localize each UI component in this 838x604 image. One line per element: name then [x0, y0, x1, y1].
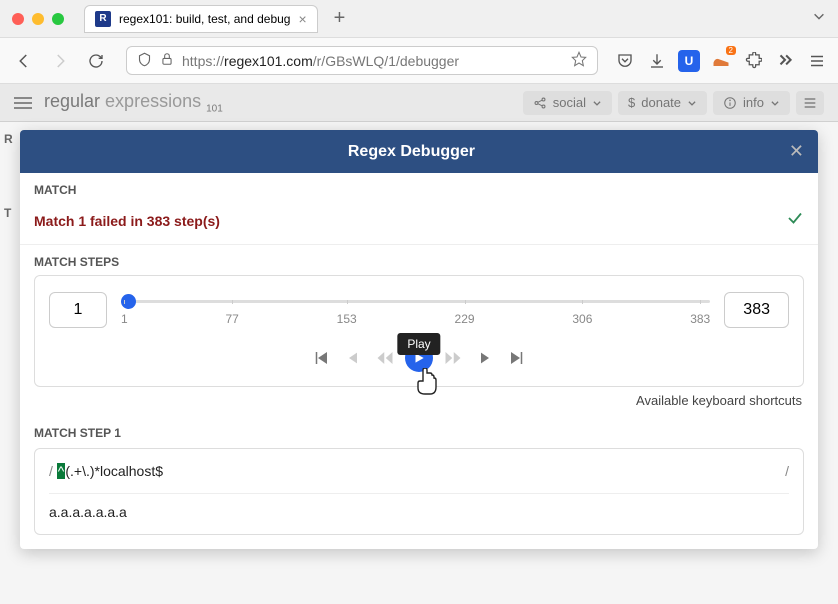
modal-header: Regex Debugger ✕: [20, 130, 818, 173]
new-tab-button[interactable]: +: [334, 7, 346, 30]
extension-shoe-icon[interactable]: 2: [710, 50, 732, 72]
url-bar[interactable]: https://regex101.com/r/GBsWLQ/1/debugger: [126, 46, 598, 75]
donate-dropdown[interactable]: $ donate: [618, 91, 707, 115]
play-button[interactable]: [405, 344, 433, 372]
browser-toolbar: https://regex101.com/r/GBsWLQ/1/debugger…: [0, 38, 838, 84]
skip-end-button[interactable]: [505, 346, 529, 370]
test-string-line: a.a.a.a.a.a.a: [49, 493, 789, 520]
match-status-text: Match 1 failed in 383 step(s): [34, 213, 220, 229]
match-step-title: MATCH STEP 1: [34, 426, 804, 440]
notification-badge: 2: [726, 46, 736, 55]
back-button[interactable]: [10, 47, 38, 75]
site-logo[interactable]: regular expressions 101: [44, 91, 223, 115]
url-text: https://regex101.com/r/GBsWLQ/1/debugger: [182, 53, 563, 69]
titlebar: R regex101: build, test, and debug × +: [0, 0, 838, 38]
regex-line: / ^(.+\.)*localhost$ /: [49, 463, 789, 479]
reload-button[interactable]: [82, 47, 110, 75]
forward-button[interactable]: [46, 47, 74, 75]
settings-menu-button[interactable]: [796, 91, 824, 115]
menu-toggle-button[interactable]: [14, 97, 32, 109]
skip-start-button[interactable]: [309, 346, 333, 370]
step-forward-button[interactable]: [473, 346, 497, 370]
close-window-button[interactable]: [12, 13, 24, 25]
playback-controls: [49, 344, 789, 372]
browser-chrome: R regex101: build, test, and debug × +: [0, 0, 838, 84]
site-header: regular expressions 101 social $ donate …: [0, 84, 838, 122]
pocket-icon[interactable]: [614, 50, 636, 72]
backdrop-label-r: R: [0, 124, 17, 154]
dollar-icon: $: [628, 95, 635, 110]
current-step-box: 1: [49, 292, 107, 328]
app-menu-icon[interactable]: [806, 50, 828, 72]
social-dropdown[interactable]: social: [523, 91, 612, 115]
minimize-window-button[interactable]: [32, 13, 44, 25]
fast-forward-button[interactable]: [441, 346, 465, 370]
tab-title: regex101: build, test, and debug: [119, 12, 290, 26]
regex-debugger-modal: Regex Debugger ✕ MATCH Match 1 failed in…: [20, 130, 818, 549]
step-slider[interactable]: 1 77 153 229 306 383: [121, 290, 710, 330]
max-step-box: 383: [724, 292, 789, 328]
backdrop-label-t: T: [0, 198, 15, 228]
code-panel: / ^(.+\.)*localhost$ / a.a.a.a.a.a.a: [34, 448, 804, 535]
modal-title: Regex Debugger: [34, 143, 789, 161]
match-label: MATCH: [34, 183, 804, 197]
bookmark-star-icon[interactable]: [571, 51, 587, 70]
tab-favicon: R: [95, 11, 111, 27]
maximize-window-button[interactable]: [52, 13, 64, 25]
lock-icon[interactable]: [160, 52, 174, 69]
checkmark-icon: [786, 209, 804, 232]
tab-close-button[interactable]: ×: [298, 11, 306, 27]
rewind-button[interactable]: [373, 346, 397, 370]
window-controls: [12, 13, 64, 25]
tabs-dropdown-button[interactable]: [812, 9, 826, 28]
steps-panel: 1 1 77 153 229 306 383 383 Play: [34, 275, 804, 387]
match-steps-label: MATCH STEPS: [34, 255, 804, 269]
slider-ticks: 1 77 153 229 306 383: [121, 304, 710, 326]
extension-u-icon[interactable]: U: [678, 50, 700, 72]
download-icon[interactable]: [646, 50, 668, 72]
overflow-icon[interactable]: [774, 50, 796, 72]
step-back-button[interactable]: [341, 346, 365, 370]
shield-icon[interactable]: [137, 52, 152, 70]
info-dropdown[interactable]: info: [713, 91, 790, 115]
page-backdrop: R T Regex Debugger ✕ MATCH Match 1 faile…: [0, 122, 838, 604]
keyboard-shortcuts-link[interactable]: Available keyboard shortcuts: [20, 387, 818, 416]
toolbar-extensions: U 2: [614, 50, 828, 72]
extensions-puzzle-icon[interactable]: [742, 50, 764, 72]
browser-tab[interactable]: R regex101: build, test, and debug ×: [84, 5, 318, 33]
match-result-row: Match 1 failed in 383 step(s): [20, 199, 818, 245]
modal-close-button[interactable]: ✕: [789, 141, 804, 162]
